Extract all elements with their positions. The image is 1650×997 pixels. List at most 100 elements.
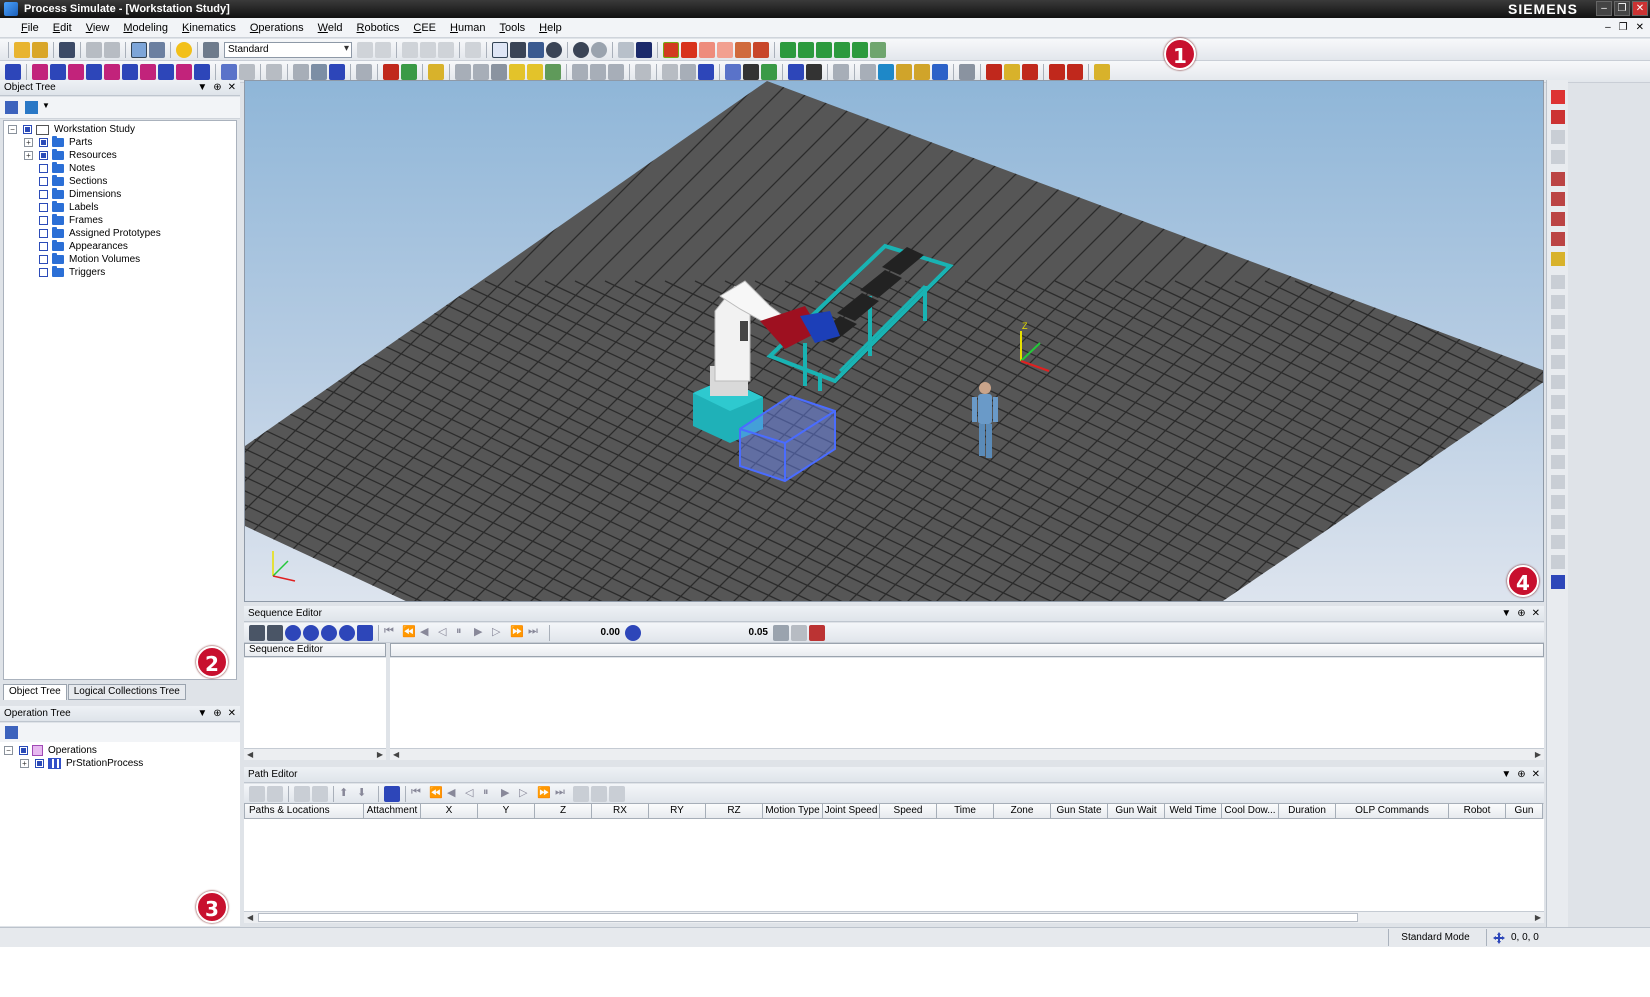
tool-37-icon[interactable] bbox=[788, 63, 804, 80]
render-shaded-icon[interactable] bbox=[663, 41, 679, 58]
expand-icon[interactable]: + bbox=[20, 759, 29, 768]
tool-17-icon[interactable] bbox=[356, 63, 372, 80]
view-right-icon[interactable] bbox=[834, 41, 850, 58]
tool-12-icon[interactable] bbox=[239, 63, 255, 80]
tool-icon[interactable] bbox=[791, 624, 807, 641]
render-edges-icon[interactable] bbox=[681, 41, 697, 58]
column-header[interactable]: Paths & Locations bbox=[244, 803, 364, 819]
tool-16-icon[interactable] bbox=[329, 63, 345, 80]
panel-menu-icon[interactable]: ▼ bbox=[197, 706, 207, 721]
scene-canvas[interactable]: Z bbox=[245, 81, 1544, 602]
sequence-editor-column[interactable]: Sequence Editor bbox=[244, 643, 386, 657]
tool-44-icon[interactable] bbox=[959, 63, 975, 80]
chevron-down-icon[interactable]: ▼ bbox=[42, 101, 50, 110]
tab-object-tree[interactable]: Object Tree bbox=[3, 684, 67, 700]
expand-icon[interactable]: + bbox=[24, 151, 33, 160]
add-path-icon[interactable] bbox=[249, 785, 265, 802]
tool-34-icon[interactable] bbox=[725, 63, 741, 80]
play-icon[interactable]: ▶ bbox=[474, 625, 490, 641]
rb-tool-18-icon[interactable] bbox=[1551, 435, 1565, 449]
tree-filter-icon[interactable] bbox=[25, 101, 38, 114]
checkbox-icon[interactable] bbox=[39, 255, 48, 264]
tool-46-icon[interactable] bbox=[1022, 63, 1038, 80]
panel-menu-icon[interactable]: ▼ bbox=[1501, 767, 1511, 782]
expand-icon[interactable]: + bbox=[24, 138, 33, 147]
checkbox-icon[interactable] bbox=[39, 177, 48, 186]
rb-tool-13-icon[interactable] bbox=[1551, 335, 1565, 349]
menu-operations[interactable]: Operations bbox=[243, 22, 311, 34]
tool-47-icon[interactable] bbox=[1049, 63, 1065, 80]
pointer-icon[interactable] bbox=[492, 41, 508, 58]
render-hidden-icon[interactable] bbox=[717, 41, 733, 58]
panel-menu-icon[interactable]: ▼ bbox=[197, 80, 207, 95]
tree-item-triggers[interactable]: Triggers bbox=[24, 266, 105, 279]
pin-icon[interactable]: ⊕ bbox=[1517, 767, 1525, 782]
step-back-icon[interactable]: ⏪ bbox=[402, 625, 418, 641]
tool-27-icon[interactable] bbox=[572, 63, 588, 80]
zoom-selection-icon[interactable] bbox=[339, 624, 355, 641]
pin-icon[interactable]: ⊕ bbox=[213, 80, 221, 95]
zoom-out-icon[interactable] bbox=[303, 624, 319, 641]
column-header[interactable]: Time bbox=[937, 803, 994, 819]
tool-28-icon[interactable] bbox=[590, 63, 606, 80]
time-step-field[interactable]: 0.05 bbox=[702, 627, 772, 638]
menu-robotics[interactable]: Robotics bbox=[350, 22, 407, 34]
minimize-button[interactable]: – bbox=[1596, 1, 1612, 16]
measure-icon[interactable] bbox=[1004, 63, 1020, 80]
remove-location-icon[interactable] bbox=[312, 785, 328, 802]
tree-view-icon[interactable] bbox=[5, 101, 18, 114]
render-wire-icon[interactable] bbox=[699, 41, 715, 58]
sequence-gantt-scrollbar[interactable]: ◀ ▶ bbox=[390, 748, 1544, 760]
restore-button[interactable]: ❐ bbox=[1614, 1, 1630, 16]
tool-22-icon[interactable] bbox=[473, 63, 489, 80]
blank-icon[interactable] bbox=[753, 41, 769, 58]
tool-3-icon[interactable] bbox=[68, 63, 84, 80]
rb-tool-4-icon[interactable] bbox=[1551, 150, 1565, 164]
checkbox-icon[interactable] bbox=[19, 746, 28, 755]
tool-29-icon[interactable] bbox=[608, 63, 624, 80]
link-icon[interactable] bbox=[249, 624, 265, 641]
tool-45-icon[interactable] bbox=[986, 63, 1002, 80]
menu-human[interactable]: Human bbox=[443, 22, 492, 34]
tool-5-icon[interactable] bbox=[104, 63, 120, 80]
rb-tool-1-icon[interactable] bbox=[1551, 90, 1565, 104]
rb-tool-2-icon[interactable] bbox=[1551, 110, 1565, 124]
jump-end-icon[interactable]: ⏭ bbox=[528, 625, 544, 641]
tool-7-icon[interactable] bbox=[140, 63, 156, 80]
customize-columns-icon[interactable] bbox=[384, 785, 400, 802]
tree-item-parts[interactable]: + Parts bbox=[24, 136, 92, 149]
rb-tool-10-icon[interactable] bbox=[1551, 275, 1565, 289]
zoom-icon[interactable] bbox=[528, 41, 544, 58]
jump-start-icon[interactable]: ⏮ bbox=[411, 786, 427, 802]
column-header[interactable]: Y bbox=[478, 803, 535, 819]
panel-close-icon[interactable]: ✕ bbox=[1532, 606, 1540, 621]
tree-item-notes[interactable]: Notes bbox=[24, 162, 95, 175]
tool-15-icon[interactable] bbox=[311, 63, 327, 80]
tool-14-icon[interactable] bbox=[293, 63, 309, 80]
tool-30-icon[interactable] bbox=[635, 63, 651, 80]
checkbox-icon[interactable] bbox=[23, 125, 32, 134]
tool-35-icon[interactable] bbox=[743, 63, 759, 80]
menu-modeling[interactable]: Modeling bbox=[116, 22, 175, 34]
rb-tool-25-icon[interactable] bbox=[1551, 575, 1565, 589]
menu-edit[interactable]: Edit bbox=[46, 22, 79, 34]
tool-48-icon[interactable] bbox=[1067, 63, 1083, 80]
tool-11-icon[interactable] bbox=[221, 63, 237, 80]
zoom-selection-icon[interactable] bbox=[591, 41, 607, 58]
move-up-icon[interactable]: ⬆ bbox=[339, 786, 355, 802]
tool-25-icon[interactable] bbox=[527, 63, 543, 80]
rb-tool-12-icon[interactable] bbox=[1551, 315, 1565, 329]
rb-tool-21-icon[interactable] bbox=[1551, 495, 1565, 509]
pin-icon[interactable]: ⊕ bbox=[213, 706, 221, 721]
column-header[interactable]: RY bbox=[649, 803, 706, 819]
rb-tool-9-icon[interactable] bbox=[1551, 252, 1565, 266]
pan-icon[interactable] bbox=[510, 41, 526, 58]
checkbox-icon[interactable] bbox=[39, 268, 48, 277]
column-header[interactable]: Gun bbox=[1506, 803, 1543, 819]
jump-end-icon[interactable]: ⏭ bbox=[555, 786, 571, 802]
filter-icon[interactable] bbox=[932, 63, 948, 80]
pivot-icon[interactable] bbox=[618, 41, 634, 58]
tool-26-icon[interactable] bbox=[545, 63, 561, 80]
close-button[interactable]: ✕ bbox=[1632, 1, 1648, 16]
column-header[interactable]: Zone bbox=[994, 803, 1051, 819]
